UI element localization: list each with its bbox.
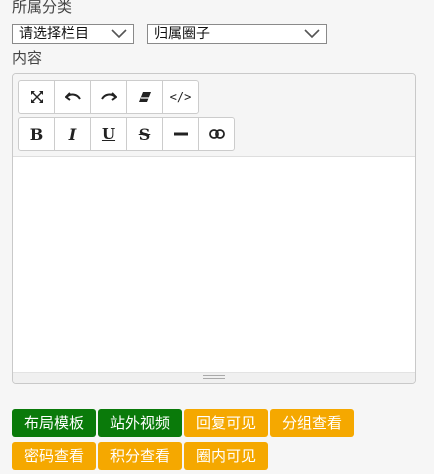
bold-button[interactable]: B xyxy=(19,118,55,150)
password-view-button[interactable]: 密码查看 xyxy=(12,442,97,470)
strikethrough-icon: S xyxy=(138,124,151,144)
content-label: 内容 xyxy=(12,49,43,67)
undo-button[interactable] xyxy=(55,81,91,113)
italic-icon: I xyxy=(68,124,77,144)
external-video-button[interactable]: 站外视频 xyxy=(98,409,183,437)
category-label: 所属分类 xyxy=(12,0,73,16)
toolbar-group-1: </> xyxy=(18,80,199,114)
underline-icon: U xyxy=(101,125,116,143)
italic-button[interactable]: I xyxy=(55,118,91,150)
layout-template-button[interactable]: 布局模板 xyxy=(12,409,97,437)
horizontal-rule-icon xyxy=(173,132,188,136)
editor-resize-handle[interactable] xyxy=(13,372,415,383)
code-button[interactable]: </> xyxy=(163,81,198,113)
editor-content-area[interactable] xyxy=(13,157,415,373)
rich-text-editor: </> B I U S xyxy=(12,73,416,384)
column-select-value: 请选择栏目 xyxy=(19,26,89,42)
undo-icon xyxy=(64,92,81,101)
fullscreen-icon xyxy=(30,91,43,103)
code-icon: </> xyxy=(169,90,192,104)
circle-select-value: 归属圈子 xyxy=(154,26,210,42)
eraser-icon xyxy=(138,92,151,102)
underline-button[interactable]: U xyxy=(91,118,127,150)
strikethrough-button[interactable]: S xyxy=(127,118,163,150)
points-view-button[interactable]: 积分查看 xyxy=(98,442,183,470)
bold-icon: B xyxy=(29,124,44,144)
link-button[interactable] xyxy=(199,118,234,150)
circle-select[interactable]: 归属圈子 xyxy=(147,24,327,44)
group-view-button[interactable]: 分组查看 xyxy=(270,409,355,437)
chevron-down-icon xyxy=(304,29,320,39)
fullscreen-button[interactable] xyxy=(19,81,55,113)
toolbar-group-2: B I U S xyxy=(18,117,235,151)
editor-toolbar: </> B I U S xyxy=(13,74,415,157)
column-select[interactable]: 请选择栏目 xyxy=(12,24,134,44)
eraser-button[interactable] xyxy=(127,81,163,113)
link-icon xyxy=(208,129,225,139)
chevron-down-icon xyxy=(111,29,127,39)
redo-icon xyxy=(100,92,117,101)
reply-visible-button[interactable]: 回复可见 xyxy=(184,409,269,437)
circle-visible-button[interactable]: 圈内可见 xyxy=(184,442,269,470)
horizontal-rule-button[interactable] xyxy=(163,118,199,150)
grip-icon xyxy=(203,375,225,381)
redo-button[interactable] xyxy=(91,81,127,113)
